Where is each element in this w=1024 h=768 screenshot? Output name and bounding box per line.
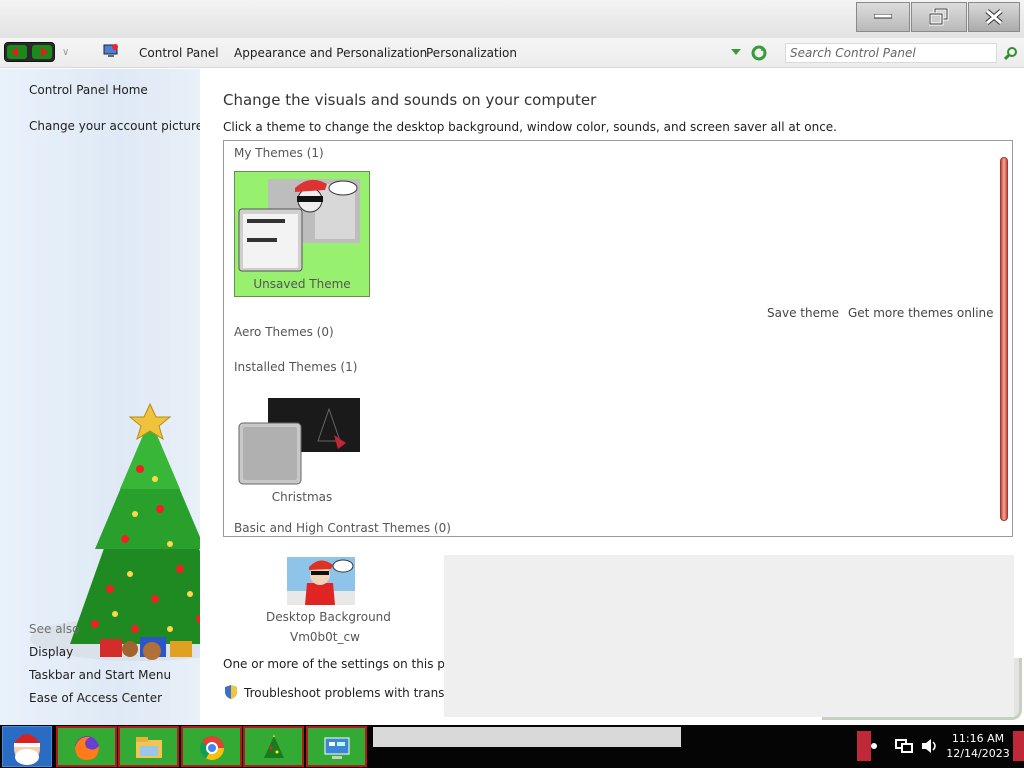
unsaved-theme-preview	[238, 179, 360, 272]
refresh-icon[interactable]	[751, 45, 767, 61]
show-desktop-button[interactable]	[1013, 731, 1024, 761]
minimize-icon	[874, 14, 892, 19]
network-icon[interactable]	[895, 738, 913, 754]
page-subtitle: Click a theme to change the desktop back…	[223, 120, 837, 134]
change-account-picture-link[interactable]: Change your account picture	[29, 119, 203, 133]
recent-pages-chevron-icon[interactable]: ∨	[62, 47, 69, 58]
get-more-themes-link[interactable]: Get more themes online	[848, 306, 994, 320]
minimize-button[interactable]	[856, 2, 910, 32]
group-basic-themes: Basic and High Contrast Themes (0)	[234, 521, 451, 535]
system-clock[interactable]: 11:16 AM 12/14/2023	[944, 731, 1012, 761]
search-icon[interactable]	[1004, 46, 1018, 60]
taskbar-control-panel[interactable]	[306, 726, 367, 767]
santa-start-icon	[13, 734, 41, 765]
chrome-icon	[199, 736, 224, 761]
taskbar-empty-area	[373, 727, 681, 747]
back-button[interactable]	[7, 45, 28, 59]
taskbar-start-menu-link[interactable]: Taskbar and Start Menu	[29, 668, 171, 682]
troubleshoot-link[interactable]: Troubleshoot problems with transpare	[244, 686, 471, 700]
breadcrumb-appearance[interactable]: Appearance and Personalization	[234, 46, 427, 60]
forward-button[interactable]	[31, 45, 52, 59]
control-panel-icon	[103, 44, 118, 57]
window-controls	[855, 2, 1020, 32]
group-my-themes: My Themes (1)	[234, 146, 324, 160]
nav-buttons	[4, 42, 55, 62]
display-link[interactable]: Display	[29, 645, 73, 659]
taskbar: 11:16 AM 12/14/2023	[0, 725, 1024, 768]
see-also-label: See also	[29, 622, 80, 636]
save-theme-link[interactable]: Save theme	[767, 306, 839, 320]
address-bar: ∨ Control Panel Appearance and Personali…	[0, 38, 1024, 68]
close-button[interactable]	[968, 2, 1020, 32]
breadcrumb-personalization[interactable]: Personalization	[426, 46, 517, 60]
theme-unsaved-label: Unsaved Theme	[253, 277, 351, 291]
taskbar-chrome[interactable]	[181, 726, 242, 767]
folder-icon	[136, 737, 162, 758]
close-icon	[985, 9, 1003, 25]
page-title: Change the visuals and sounds on your co…	[223, 91, 597, 109]
address-dropdown-icon[interactable]	[731, 49, 741, 56]
restore-button[interactable]	[911, 2, 967, 32]
group-aero-themes: Aero Themes (0)	[234, 325, 334, 339]
tree-icon	[264, 734, 284, 758]
taskbar-firefox[interactable]	[56, 726, 117, 767]
obscuring-panel	[444, 555, 1014, 717]
start-button[interactable]	[2, 726, 52, 767]
ease-of-access-link[interactable]: Ease of Access Center	[29, 691, 162, 705]
tray-dot-icon	[871, 743, 877, 749]
desktop-background-thumbnail[interactable]	[287, 557, 355, 605]
christmas-theme-preview	[238, 398, 360, 485]
search-input[interactable]: Search Control Panel	[785, 43, 997, 63]
left-navigation-pane: Control Panel Home Change your account p…	[0, 69, 250, 725]
title-bar	[0, 0, 1024, 38]
theme-christmas-label: Christmas	[271, 490, 333, 504]
clock-time: 11:16 AM	[951, 732, 1005, 745]
shield-icon	[225, 685, 237, 699]
breadcrumb-control-panel[interactable]: Control Panel	[139, 46, 219, 60]
desktop-background-value: Vm0b0t_cw	[290, 630, 360, 644]
volume-icon[interactable]	[921, 738, 939, 754]
taskbar-file-explorer[interactable]	[118, 726, 179, 767]
settings-notice: One or more of the settings on this page…	[223, 657, 479, 671]
tray-show-hidden[interactable]	[857, 731, 871, 761]
group-installed-themes: Installed Themes (1)	[234, 360, 358, 374]
arrow-right-icon	[40, 47, 48, 57]
clock-date: 12/14/2023	[946, 747, 1010, 760]
arrow-left-icon	[11, 47, 19, 57]
theme-christmas[interactable]: Christmas	[234, 391, 370, 507]
restore-icon	[929, 8, 949, 26]
control-panel-home-link[interactable]: Control Panel Home	[29, 83, 148, 97]
taskbar-christmas-tree[interactable]	[243, 726, 304, 767]
theme-list-scrollbar[interactable]	[1000, 157, 1008, 521]
desktop-background-label[interactable]: Desktop Background	[266, 610, 391, 624]
firefox-icon	[75, 736, 99, 760]
theme-list: My Themes (1) Unsaved Theme Save theme G…	[223, 140, 1013, 537]
theme-unsaved[interactable]: Unsaved Theme	[234, 171, 370, 297]
control-panel-taskbar-icon	[324, 737, 350, 759]
